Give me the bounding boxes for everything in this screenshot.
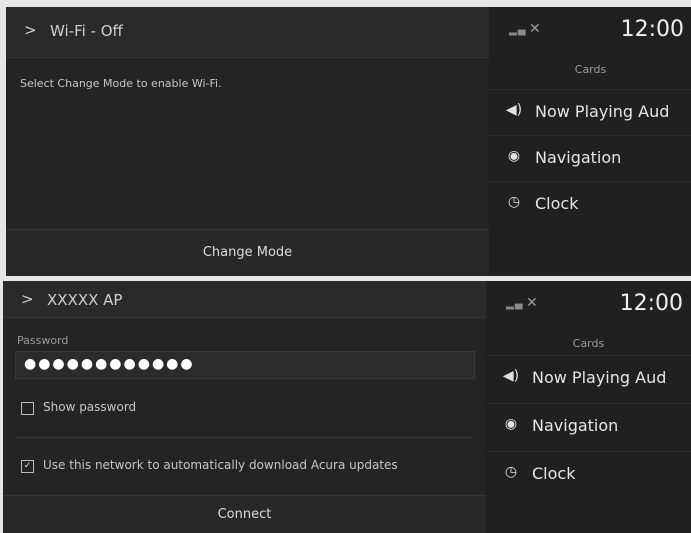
divider xyxy=(15,437,472,438)
wifi-header[interactable]: > XXXXX AP xyxy=(3,281,486,318)
navigation-icon: ◉ xyxy=(507,148,521,164)
cards-panel: ▂▄ ✕ 12:00 Cards ◀) Now Playing Aud ◉ Na… xyxy=(486,281,691,533)
navigation-icon: ◉ xyxy=(504,416,518,432)
status-bar: ▂▄ ✕ 12:00 xyxy=(489,7,691,57)
wifi-panel: > XXXXX AP Password ●●●●●●●●●●●● Show pa… xyxy=(3,281,486,533)
clock-icon: ◷ xyxy=(504,464,518,480)
page-title: Wi-Fi - Off xyxy=(50,22,123,40)
show-password-label: Show password xyxy=(43,400,137,414)
card-clock[interactable]: ◷ Clock xyxy=(489,181,691,228)
password-value: ●●●●●●●●●●●● xyxy=(24,356,195,372)
change-mode-button[interactable]: Change Mode xyxy=(6,229,489,276)
card-label: Clock xyxy=(535,194,579,213)
clock-time: 12:00 xyxy=(620,17,684,42)
clock-time: 12:00 xyxy=(619,291,683,316)
auto-update-checkbox[interactable]: ✓ xyxy=(21,460,34,473)
wifi-header[interactable]: > Wi-Fi - Off xyxy=(6,7,489,58)
signal-icon: ▂▄ xyxy=(509,25,527,36)
password-label: Password xyxy=(17,334,69,347)
connect-button[interactable]: Connect xyxy=(3,495,486,533)
wifi-off-icon: ✕ xyxy=(529,21,541,37)
auto-update-row[interactable]: ✓ Use this network to automatically down… xyxy=(15,447,472,487)
card-navigation[interactable]: ◉ Navigation xyxy=(486,403,691,450)
card-label: Navigation xyxy=(535,148,622,167)
card-navigation[interactable]: ◉ Navigation xyxy=(489,135,691,182)
cards-label: Cards xyxy=(574,63,607,76)
clock-icon: ◷ xyxy=(507,194,521,210)
password-input[interactable]: ●●●●●●●●●●●● xyxy=(15,351,475,379)
card-label: Navigation xyxy=(532,416,619,435)
show-password-row[interactable]: Show password xyxy=(15,389,472,429)
chevron-right-icon[interactable]: > xyxy=(21,290,34,308)
chevron-right-icon[interactable]: > xyxy=(24,21,37,39)
card-label: Clock xyxy=(532,464,576,483)
wifi-panel: > Wi-Fi - Off Select Change Mode to enab… xyxy=(6,7,489,276)
cards-panel: ▂▄ ✕ 12:00 Cards ◀) Now Playing Aud ◉ Na… xyxy=(489,7,691,276)
wifi-connect-screen: > XXXXX AP Password ●●●●●●●●●●●● Show pa… xyxy=(3,281,691,533)
wifi-off-screen: > Wi-Fi - Off Select Change Mode to enab… xyxy=(6,7,691,276)
card-now-playing[interactable]: ◀) Now Playing Aud xyxy=(489,89,691,136)
auto-update-label: Use this network to automatically downlo… xyxy=(43,458,398,472)
cards-label: Cards xyxy=(572,337,605,350)
wifi-off-icon: ✕ xyxy=(526,295,538,311)
speaker-icon: ◀) xyxy=(505,102,523,118)
show-password-checkbox[interactable] xyxy=(21,402,34,415)
page-title: XXXXX AP xyxy=(47,291,123,309)
card-clock[interactable]: ◷ Clock xyxy=(486,451,691,498)
card-label: Now Playing Aud xyxy=(532,368,667,387)
status-bar: ▂▄ ✕ 12:00 xyxy=(486,281,691,331)
speaker-icon: ◀) xyxy=(502,368,520,384)
wifi-message: Select Change Mode to enable Wi-Fi. xyxy=(20,77,222,90)
card-label: Now Playing Aud xyxy=(535,102,670,121)
card-now-playing[interactable]: ◀) Now Playing Aud xyxy=(486,355,691,402)
signal-icon: ▂▄ xyxy=(506,299,524,310)
